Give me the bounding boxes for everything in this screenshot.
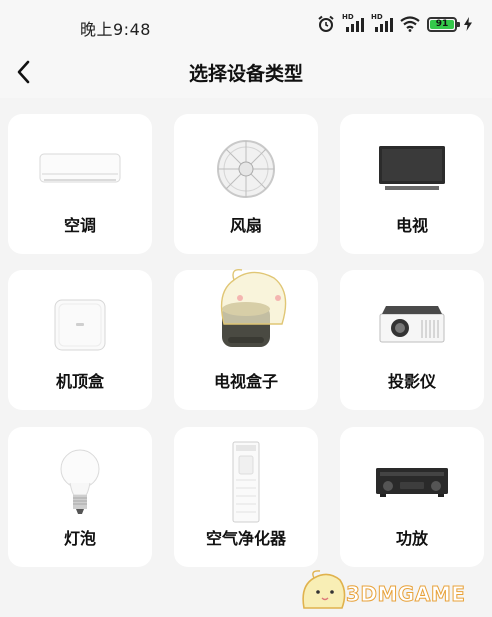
light-bulb-icon (60, 449, 100, 514)
projector-icon (379, 306, 445, 343)
device-card-projector[interactable]: 投影仪 (340, 270, 484, 410)
device-label: 电视盒子 (213, 372, 278, 391)
device-card-amplifier[interactable]: 功放 (340, 427, 484, 567)
amplifier-icon (376, 468, 448, 497)
device-label: 机顶盒 (55, 372, 104, 391)
status-icons: HD HD 91 (317, 13, 472, 34)
tv-icon (379, 146, 445, 190)
device-label: 功放 (395, 529, 428, 548)
device-card-air-purifier[interactable]: 空气净化器 (174, 427, 318, 567)
device-label: 空气净化器 (205, 529, 286, 548)
status-time: 晚上9:48 (80, 20, 151, 39)
charging-icon (464, 17, 472, 31)
wifi-icon (400, 16, 420, 32)
battery-indicator: 91 (427, 16, 460, 32)
alarm-icon (318, 15, 334, 32)
device-label: 投影仪 (387, 372, 436, 391)
watermark-mascot-icon (302, 570, 346, 609)
fan-icon (217, 140, 275, 198)
device-label: 灯泡 (63, 529, 96, 548)
status-bar: 晚上9:48 HD HD 91 (0, 0, 492, 52)
mascot-sticker-icon (220, 269, 287, 325)
device-label: 风扇 (229, 216, 262, 235)
device-card-fan[interactable]: 风扇 (174, 114, 318, 254)
signal-2-icon: HD (371, 13, 393, 32)
set-top-box-icon (54, 299, 106, 351)
device-card-air-conditioner[interactable]: 空调 (8, 114, 152, 254)
device-card-tv[interactable]: 电视 (340, 114, 484, 254)
page-title: 选择设备类型 (188, 63, 303, 85)
header: 选择设备类型 (0, 52, 492, 98)
watermark-text: 3DMGAME (345, 582, 466, 607)
signal-1-icon: HD (342, 13, 364, 32)
device-card-light-bulb[interactable]: 灯泡 (8, 427, 152, 567)
device-label: 电视 (395, 216, 428, 235)
air-purifier-icon (232, 441, 260, 523)
air-conditioner-icon (39, 153, 121, 183)
watermark: 3DMGAME (296, 568, 486, 612)
device-card-set-top-box[interactable]: 机顶盒 (8, 270, 152, 410)
device-label: 空调 (63, 216, 96, 235)
